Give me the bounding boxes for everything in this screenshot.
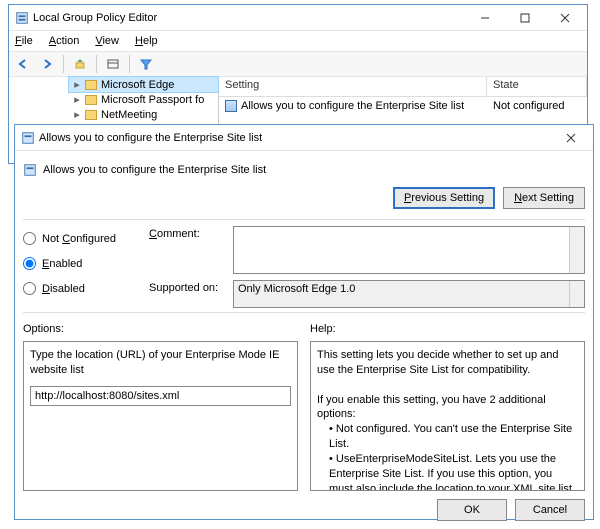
policy-icon [23, 163, 37, 177]
policy-dialog: Allows you to configure the Enterprise S… [14, 124, 594, 520]
help-box[interactable]: This setting lets you decide whether to … [310, 341, 585, 491]
cancel-button[interactable]: Cancel [515, 499, 585, 521]
folder-icon [85, 110, 97, 120]
supported-field: Only Microsoft Edge 1.0 [233, 280, 585, 308]
option-prompt: Type the location (URL) of your Enterpri… [30, 348, 291, 378]
folder-icon [85, 95, 97, 105]
folder-icon [85, 80, 97, 90]
comment-label: Comment: [149, 226, 227, 240]
policy-icon [225, 100, 237, 112]
gp-icon [15, 11, 29, 25]
tree-item-edge[interactable]: ▸Microsoft Edge [69, 77, 218, 92]
back-button[interactable] [13, 54, 33, 74]
gp-min-button[interactable] [465, 5, 505, 30]
gp-tree[interactable]: ▸Microsoft Edge ▸Microsoft Passport fo ▸… [9, 77, 219, 129]
next-setting-button[interactable]: Next Setting [503, 187, 585, 209]
list-row[interactable]: Allows you to configure the Enterprise S… [219, 97, 587, 115]
dlg-titlebar: Allows you to configure the Enterprise S… [15, 125, 593, 151]
radio-disabled[interactable]: Disabled [23, 282, 133, 295]
gp-titlebar: Local Group Policy Editor [9, 5, 587, 31]
forward-button[interactable] [37, 54, 57, 74]
tree-item-netmeeting[interactable]: ▸NetMeeting [69, 107, 218, 122]
previous-setting-button[interactable]: PPrevious Settingrevious Setting [393, 187, 495, 209]
menu-action[interactable]: Action [47, 33, 82, 49]
gp-close-button[interactable] [545, 5, 585, 30]
radio-enabled[interactable]: Enabled [23, 257, 133, 270]
options-box: Type the location (URL) of your Enterpri… [23, 341, 298, 491]
gp-toolbar [9, 51, 587, 77]
options-label: Options: [23, 321, 298, 341]
tree-item-passport[interactable]: ▸Microsoft Passport fo [69, 92, 218, 107]
dlg-heading: Allows you to configure the Enterprise S… [43, 164, 266, 176]
gp-menubar: FFileile Action View Help [9, 31, 587, 51]
help-label: Help: [310, 321, 585, 341]
ok-button[interactable]: OK [437, 499, 507, 521]
url-input[interactable] [30, 386, 291, 406]
menu-help[interactable]: Help [133, 33, 160, 49]
supported-label: Supported on: [149, 280, 227, 294]
col-state[interactable]: State [487, 77, 587, 96]
dlg-close-button[interactable] [551, 125, 591, 150]
col-setting[interactable]: Setting [219, 77, 487, 96]
gp-max-button[interactable] [505, 5, 545, 30]
show-hide-button[interactable] [103, 54, 123, 74]
menu-view[interactable]: View [93, 33, 121, 49]
gp-list[interactable]: Setting State Allows you to configure th… [219, 77, 587, 129]
up-button[interactable] [70, 54, 90, 74]
filter-button[interactable] [136, 54, 156, 74]
policy-icon [21, 131, 35, 145]
radio-not-configured[interactable]: Not Configured [23, 232, 133, 245]
gp-title: Local Group Policy Editor [33, 12, 465, 24]
comment-textarea[interactable] [233, 226, 585, 274]
menu-file[interactable]: FFileile [13, 33, 35, 49]
dlg-title: Allows you to configure the Enterprise S… [39, 132, 551, 144]
